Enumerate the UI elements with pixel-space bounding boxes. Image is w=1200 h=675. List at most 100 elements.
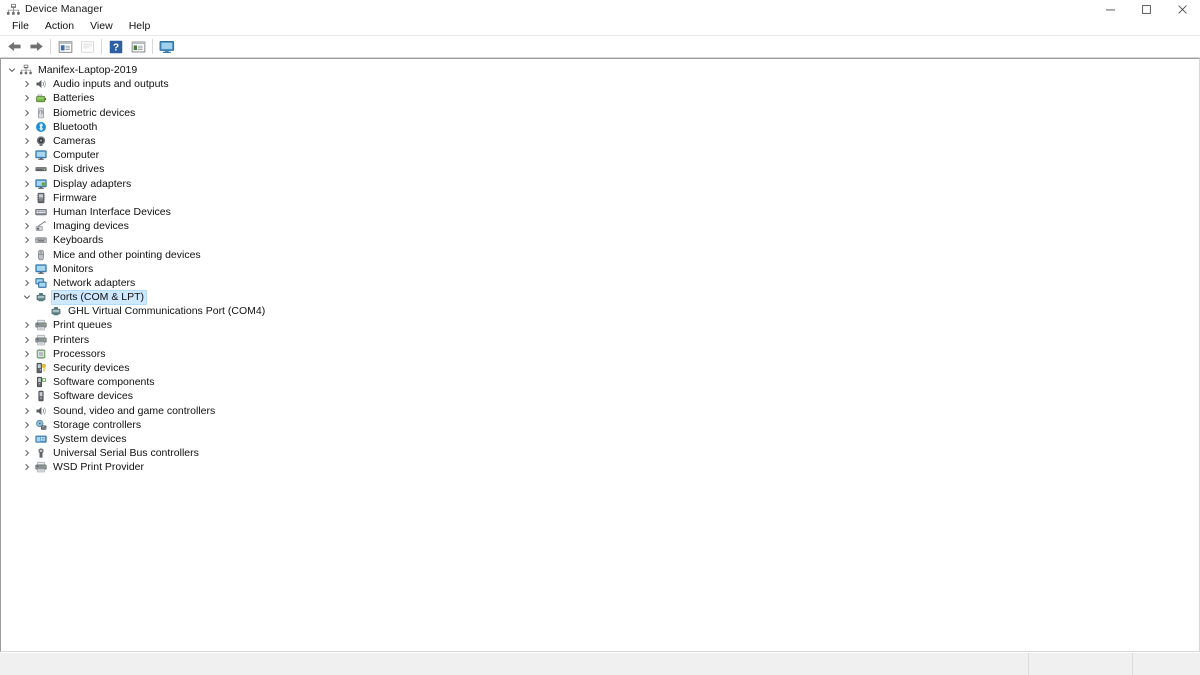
tree-item-disk-drives[interactable]: Disk drives	[1, 162, 1199, 176]
tree-item-printers[interactable]: Printers	[1, 333, 1199, 347]
tree-item-storage-controllers[interactable]: Storage controllers	[1, 418, 1199, 432]
chevron-right-icon[interactable]	[20, 375, 33, 389]
chevron-right-icon[interactable]	[20, 219, 33, 233]
processor-icon	[33, 347, 49, 361]
software-component-icon	[33, 375, 49, 389]
back-arrow-icon	[7, 40, 22, 53]
show-hidden-button[interactable]	[127, 37, 149, 57]
tree-item-label: Human Interface Devices	[53, 205, 171, 218]
back-button[interactable]	[3, 37, 25, 57]
tree-item-imaging-devices[interactable]: Imaging devices	[1, 219, 1199, 233]
properties-button[interactable]	[54, 37, 76, 57]
tree-item-cameras[interactable]: Cameras	[1, 134, 1199, 148]
tree-item-label-wrap: Batteries	[52, 92, 96, 105]
tree-item-batteries[interactable]: Batteries	[1, 91, 1199, 105]
chevron-right-icon[interactable]	[20, 77, 33, 91]
printer-queue-icon	[33, 333, 49, 347]
menu-action[interactable]: Action	[37, 18, 82, 35]
tree-item-keyboards[interactable]: Keyboards	[1, 233, 1199, 247]
chevron-right-icon[interactable]	[20, 177, 33, 191]
chevron-right-icon[interactable]	[20, 389, 33, 403]
imaging-device-icon	[33, 219, 49, 233]
keyboard-icon	[33, 233, 49, 247]
tree-item-label-wrap: Network adapters	[52, 276, 137, 289]
menu-help[interactable]: Help	[121, 18, 159, 35]
tree-item-print-queues[interactable]: Print queues	[1, 318, 1199, 332]
tree-item-universal-serial-bus-controllers[interactable]: Universal Serial Bus controllers	[1, 446, 1199, 460]
tree-item-human-interface-devices[interactable]: Human Interface Devices	[1, 205, 1199, 219]
tree-item-network-adapters[interactable]: Network adapters	[1, 276, 1199, 290]
computer-root-icon	[18, 63, 34, 77]
tree-item-computer[interactable]: Computer	[1, 148, 1199, 162]
tree-item-label: Ports (COM & LPT)	[53, 291, 145, 304]
tree-item-security-devices[interactable]: Security devices	[1, 361, 1199, 375]
tree-item-label-wrap: GHL Virtual Communications Port (COM4)	[67, 305, 267, 318]
tree-item-label: Disk drives	[53, 163, 105, 176]
tree-item-label-wrap: Bluetooth	[52, 120, 99, 133]
tree-item-audio-inputs-and-outputs[interactable]: Audio inputs and outputs	[1, 77, 1199, 91]
tree-item-ports-com-lpt[interactable]: Ports (COM & LPT)	[1, 289, 1199, 305]
tree-item-label: Printers	[53, 333, 90, 346]
device-tree-panel[interactable]: Manifex-Laptop-2019 Audio inputs and out…	[0, 58, 1200, 652]
chevron-down-icon[interactable]	[20, 290, 33, 304]
tree-item-label-wrap: Software components	[52, 376, 157, 389]
hid-icon	[33, 205, 49, 219]
chevron-right-icon[interactable]	[20, 418, 33, 432]
chevron-right-icon[interactable]	[20, 347, 33, 361]
chevron-right-icon[interactable]	[20, 191, 33, 205]
tree-item-system-devices[interactable]: System devices	[1, 432, 1199, 446]
tree-item-software-devices[interactable]: Software devices	[1, 389, 1199, 403]
tree-item-label-wrap: Biometric devices	[52, 106, 137, 119]
chevron-right-icon[interactable]	[20, 333, 33, 347]
tree-item-label-wrap: Ports (COM & LPT)	[50, 289, 148, 305]
chevron-right-icon[interactable]	[20, 162, 33, 176]
tree-root-row[interactable]: Manifex-Laptop-2019	[1, 63, 1199, 77]
chevron-right-icon[interactable]	[20, 106, 33, 120]
tree-item-processors[interactable]: Processors	[1, 347, 1199, 361]
chevron-right-icon[interactable]	[20, 91, 33, 105]
chevron-right-icon[interactable]	[20, 404, 33, 418]
tree-item-bluetooth[interactable]: Bluetooth	[1, 120, 1199, 134]
port-icon	[48, 304, 64, 318]
tree-item-label: Computer	[53, 149, 100, 162]
chevron-right-icon[interactable]	[20, 460, 33, 474]
tree-item-mice-and-other-pointing-devices[interactable]: Mice and other pointing devices	[1, 247, 1199, 261]
chevron-down-icon[interactable]	[5, 63, 18, 77]
minimize-icon[interactable]	[1092, 0, 1128, 18]
tree-item-monitors[interactable]: Monitors	[1, 262, 1199, 276]
firmware-chip-icon	[33, 191, 49, 205]
tree-item-software-components[interactable]: Software components	[1, 375, 1199, 389]
tree-item-sound-video-and-game-controllers[interactable]: Sound, video and game controllers	[1, 404, 1199, 418]
tree-item-firmware[interactable]: Firmware	[1, 191, 1199, 205]
toolbar-separator-3	[152, 39, 153, 54]
scan-hardware-button[interactable]	[156, 37, 178, 57]
tree-item-biometric-devices[interactable]: Biometric devices	[1, 106, 1199, 120]
help-button[interactable]: ?	[105, 37, 127, 57]
mouse-icon	[33, 248, 49, 262]
close-icon[interactable]	[1164, 0, 1200, 18]
chevron-right-icon[interactable]	[20, 276, 33, 290]
tree-item-wsd-print-provider[interactable]: WSD Print Provider	[1, 460, 1199, 474]
tree-item-label: Print queues	[53, 319, 112, 332]
chevron-right-icon[interactable]	[20, 446, 33, 460]
chevron-right-icon[interactable]	[20, 205, 33, 219]
chevron-right-icon[interactable]	[20, 233, 33, 247]
tree-item-label: Imaging devices	[53, 220, 129, 233]
menu-view[interactable]: View	[82, 18, 121, 35]
chevron-right-icon[interactable]	[20, 134, 33, 148]
tree-item-label: Firmware	[53, 191, 97, 204]
update-driver-button[interactable]	[76, 37, 98, 57]
chevron-right-icon[interactable]	[20, 318, 33, 332]
maximize-icon[interactable]	[1128, 0, 1164, 18]
software-device-icon	[33, 389, 49, 403]
chevron-right-icon[interactable]	[20, 262, 33, 276]
forward-button[interactable]	[25, 37, 47, 57]
chevron-right-icon[interactable]	[20, 248, 33, 262]
tree-item-ghl-virtual-communications-port-com4[interactable]: GHL Virtual Communications Port (COM4)	[1, 304, 1199, 318]
tree-item-display-adapters[interactable]: Display adapters	[1, 177, 1199, 191]
chevron-right-icon[interactable]	[20, 148, 33, 162]
chevron-right-icon[interactable]	[20, 432, 33, 446]
chevron-right-icon[interactable]	[20, 361, 33, 375]
menu-file[interactable]: File	[4, 18, 37, 35]
chevron-right-icon[interactable]	[20, 120, 33, 134]
